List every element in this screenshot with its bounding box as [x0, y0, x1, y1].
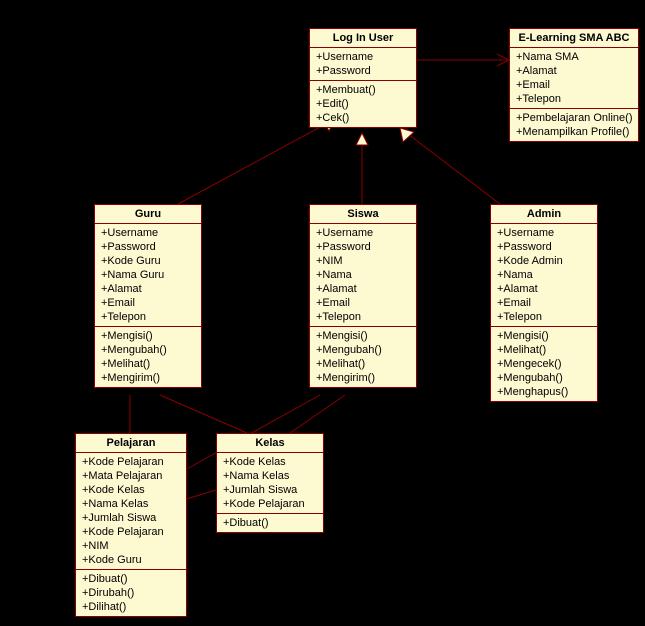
op: +Pembelajaran Online() [516, 111, 632, 125]
class-title: E-Learning SMA ABC [510, 29, 638, 48]
op: +Melihat() [101, 357, 195, 371]
op: +Melihat() [316, 357, 410, 371]
class-pelajaran: Pelajaran +Kode Pelajaran +Mata Pelajara… [75, 433, 187, 617]
class-title: Log In User [310, 29, 416, 48]
attr: +Telepon [316, 310, 410, 324]
operations: +Dibuat() [217, 514, 323, 532]
attr: +Email [516, 78, 632, 92]
attr: +Kode Pelajaran [82, 525, 180, 539]
operations: +Mengisi() +Melihat() +Mengecek() +Mengu… [491, 327, 597, 401]
attr: +Kode Admin [497, 254, 591, 268]
attr: +Email [497, 296, 591, 310]
op: +Mengirim() [316, 371, 410, 385]
attr: +Alamat [497, 282, 591, 296]
attributes: +Username +Password +Kode Guru +Nama Gur… [95, 224, 201, 327]
attr: +Password [101, 240, 195, 254]
op: +Dirubah() [82, 586, 180, 600]
operations: +Mengisi() +Mengubah() +Melihat() +Mengi… [310, 327, 416, 387]
op: +Dibuat() [82, 572, 180, 586]
op: +Edit() [316, 97, 410, 111]
attr: +Username [497, 226, 591, 240]
attr: +Kode Guru [82, 553, 180, 567]
attributes: +Username +Password +Kode Admin +Nama +A… [491, 224, 597, 327]
class-title: Kelas [217, 434, 323, 453]
class-login-user: Log In User +Username +Password +Membuat… [309, 28, 417, 128]
class-admin: Admin +Username +Password +Kode Admin +N… [490, 204, 598, 402]
attr: +Alamat [101, 282, 195, 296]
attr: +Jumlah Siswa [223, 483, 317, 497]
attr: +Telepon [516, 92, 632, 106]
attr: +Mata Pelajaran [82, 469, 180, 483]
op: +Mengirim() [101, 371, 195, 385]
class-elearning: E-Learning SMA ABC +Nama SMA +Alamat +Em… [509, 28, 639, 142]
class-siswa: Siswa +Username +Password +NIM +Nama +Al… [309, 204, 417, 388]
op: +Melihat() [497, 343, 591, 357]
op: +Mengubah() [316, 343, 410, 357]
attributes: +Username +Password +NIM +Nama +Alamat +… [310, 224, 416, 327]
attr: +Jumlah Siswa [82, 511, 180, 525]
op: +Dibuat() [223, 516, 317, 530]
class-title: Admin [491, 205, 597, 224]
attr: +Nama Guru [101, 268, 195, 282]
attr: +Kode Kelas [223, 455, 317, 469]
attr: +Username [316, 226, 410, 240]
op: +Mengisi() [497, 329, 591, 343]
operations: +Mengisi() +Mengubah() +Melihat() +Mengi… [95, 327, 201, 387]
op: +Menghapus() [497, 385, 591, 399]
attr: +Kode Guru [101, 254, 195, 268]
attr: +Email [316, 296, 410, 310]
op: +Mengisi() [316, 329, 410, 343]
op: +Mengisi() [101, 329, 195, 343]
attr: +Password [497, 240, 591, 254]
attr: +Email [101, 296, 195, 310]
attributes: +Nama SMA +Alamat +Email +Telepon [510, 48, 638, 109]
attr: +Telepon [101, 310, 195, 324]
class-title: Guru [95, 205, 201, 224]
class-guru: Guru +Username +Password +Kode Guru +Nam… [94, 204, 202, 388]
operations: +Dibuat() +Dirubah() +Dilihat() [76, 570, 186, 616]
attr: +Kode Pelajaran [82, 455, 180, 469]
attributes: +Kode Kelas +Nama Kelas +Jumlah Siswa +K… [217, 453, 323, 514]
attr: +Nama [316, 268, 410, 282]
attr: +Telepon [497, 310, 591, 324]
attributes: +Kode Pelajaran +Mata Pelajaran +Kode Ke… [76, 453, 186, 570]
attr: +Nama [497, 268, 591, 282]
class-title: Pelajaran [76, 434, 186, 453]
attr: +Kode Pelajaran [223, 497, 317, 511]
op: +Membuat() [316, 83, 410, 97]
class-title: Siswa [310, 205, 416, 224]
attr: +Username [101, 226, 195, 240]
op: +Mengubah() [497, 371, 591, 385]
op: +Mengubah() [101, 343, 195, 357]
attr: +NIM [316, 254, 410, 268]
attr: +Username [316, 50, 410, 64]
attr: +Alamat [516, 64, 632, 78]
attr: +Kode Kelas [82, 483, 180, 497]
attr: +Password [316, 64, 410, 78]
op: +Dilihat() [82, 600, 180, 614]
operations: +Membuat() +Edit() +Cek() [310, 81, 416, 127]
op: +Menampilkan Profile() [516, 125, 632, 139]
operations: +Pembelajaran Online() +Menampilkan Prof… [510, 109, 638, 141]
attr: +NIM [82, 539, 180, 553]
op: +Mengecek() [497, 357, 591, 371]
attr: +Password [316, 240, 410, 254]
op: +Cek() [316, 111, 410, 125]
attr: +Alamat [316, 282, 410, 296]
attributes: +Username +Password [310, 48, 416, 81]
class-kelas: Kelas +Kode Kelas +Nama Kelas +Jumlah Si… [216, 433, 324, 533]
attr: +Nama Kelas [82, 497, 180, 511]
attr: +Nama SMA [516, 50, 632, 64]
attr: +Nama Kelas [223, 469, 317, 483]
